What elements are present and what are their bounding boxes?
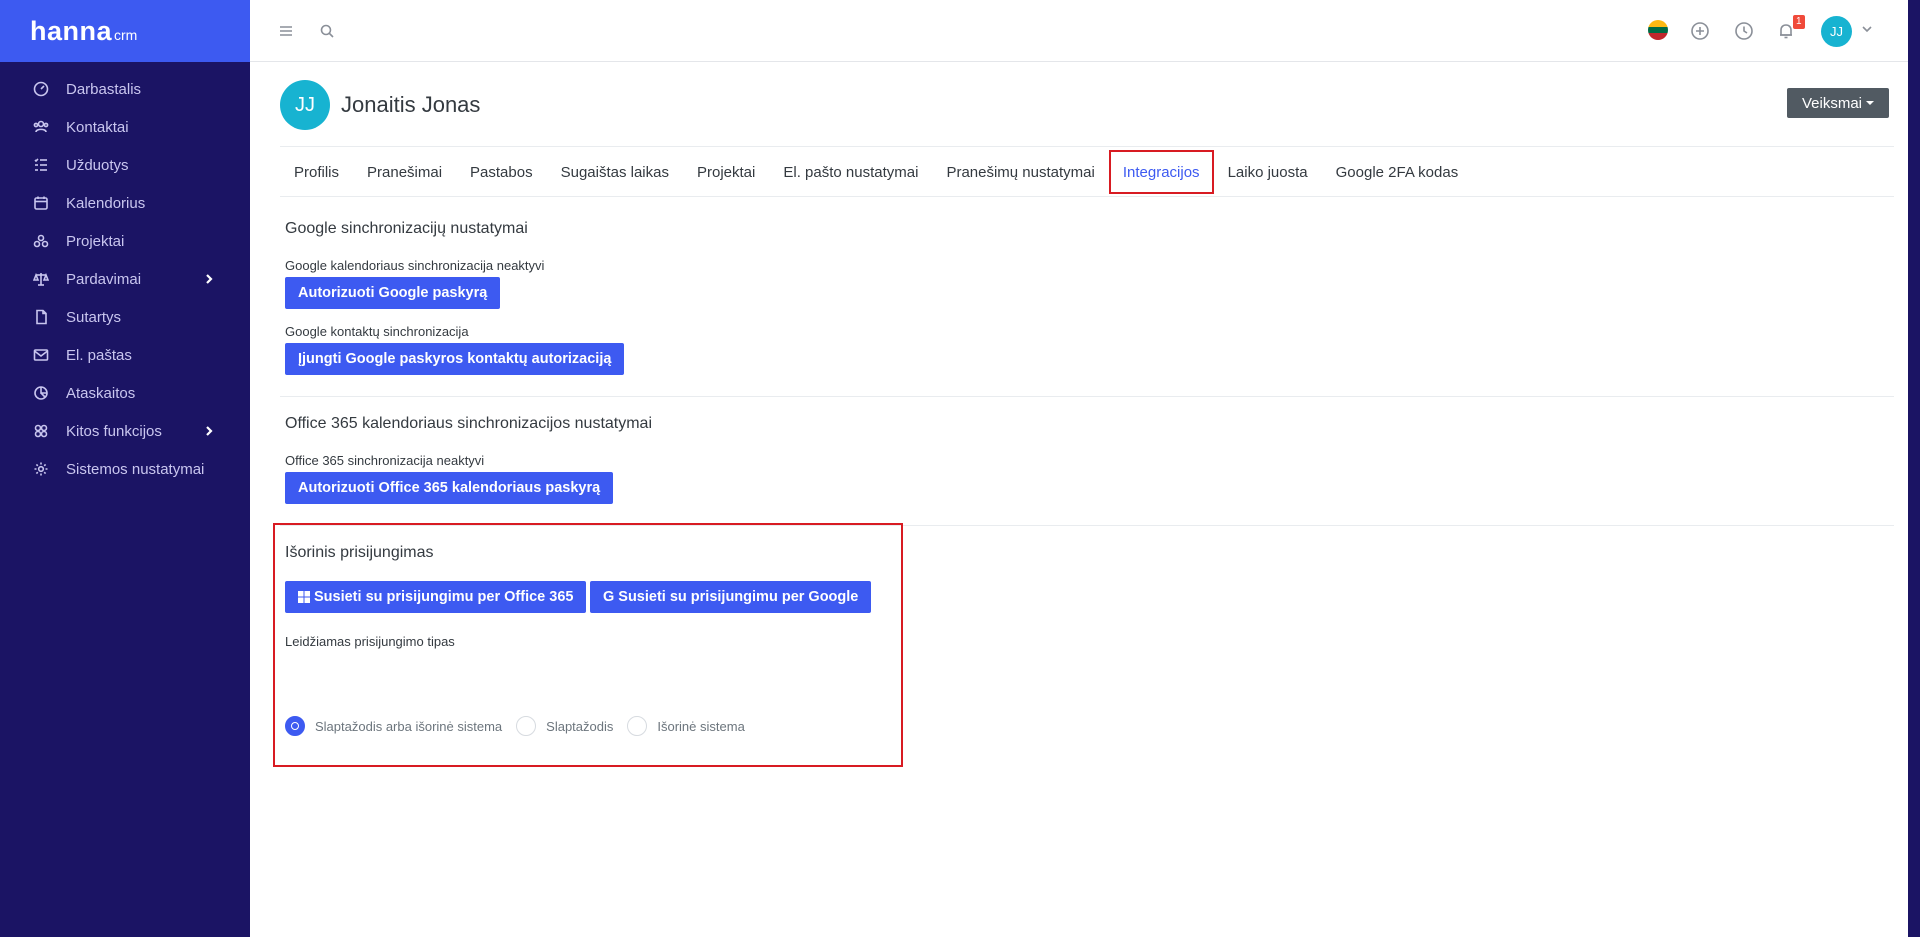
search-icon[interactable] xyxy=(316,20,338,42)
tab-pastabos[interactable]: Pastabos xyxy=(456,150,547,194)
link-office365-login-button[interactable]: Susieti su prisijungimu per Office 365 xyxy=(285,581,587,613)
google-calendar-status: Google kalendoriaus sinchronizacija neak… xyxy=(285,258,545,273)
link-office365-label: Susieti su prisijungimu per Office 365 xyxy=(314,589,574,605)
radio-label: Slaptažodis arba išorinė sistema xyxy=(315,718,503,734)
sidebar-nav: Darbastalis Kontaktai Užduotys Kalendori… xyxy=(0,62,250,488)
login-type-radio-group: Slaptažodis arba išorinė sistema Slaptaž… xyxy=(285,716,759,736)
sidebar-item-pardavimai[interactable]: Pardavimai xyxy=(0,260,250,298)
sidebar-item-label: Darbastalis xyxy=(66,80,142,98)
google-sync-title: Google sinchronizacijų nustatymai xyxy=(285,220,528,237)
brand-logo[interactable]: hanna crm xyxy=(0,0,250,62)
login-type-external-radio[interactable]: Išorinė sistema xyxy=(627,716,745,736)
tasks-icon xyxy=(32,156,50,174)
chevron-right-icon xyxy=(203,272,217,286)
brand-suffix: crm xyxy=(114,27,138,43)
sidebar-item-kalendorius[interactable]: Kalendorius xyxy=(0,184,250,222)
sidebar-item-label: Užduotys xyxy=(66,156,129,174)
google-icon: G xyxy=(603,589,615,605)
main-content: JJ Jonaitis Jonas Veiksmai Profilis Pran… xyxy=(250,62,1908,937)
language-flag-icon[interactable] xyxy=(1648,20,1668,40)
google-contacts-label: Google kontaktų sinchronizacija xyxy=(285,324,469,339)
tab-laiko-juosta[interactable]: Laiko juosta xyxy=(1214,150,1322,194)
topbar: 1 JJ xyxy=(250,0,1908,62)
page-title: Jonaitis Jonas xyxy=(341,92,481,117)
link-google-label: Susieti su prisijungimu per Google xyxy=(618,589,859,605)
actions-dropdown-button[interactable]: Veiksmai xyxy=(1787,88,1889,118)
gear-icon xyxy=(32,460,50,478)
sidebar-item-label: Projektai xyxy=(66,232,125,250)
radio-label: Slaptažodis xyxy=(546,718,614,734)
sidebar-item-uzduotys[interactable]: Užduotys xyxy=(0,146,250,184)
functions-icon xyxy=(32,422,50,440)
reports-icon xyxy=(32,384,50,402)
sidebar-item-label: Sistemos nustatymai xyxy=(66,460,205,478)
mail-icon xyxy=(32,346,50,364)
login-type-password-or-external-radio[interactable]: Slaptažodis arba išorinė sistema xyxy=(285,716,502,736)
chevron-right-icon xyxy=(203,424,217,438)
projects-icon xyxy=(32,232,50,250)
sidebar-item-projektai[interactable]: Projektai xyxy=(0,222,250,260)
tab-google-2fa-kodas[interactable]: Google 2FA kodas xyxy=(1322,150,1473,194)
external-login-title: Išorinis prisijungimas xyxy=(285,544,434,561)
tab-sugaistas-laikas[interactable]: Sugaištas laikas xyxy=(547,150,683,194)
sidebar-item-ataskaitos[interactable]: Ataskaitos xyxy=(0,374,250,412)
radio-circle xyxy=(516,716,537,736)
divider xyxy=(280,196,1894,197)
sidebar-item-label: Ataskaitos xyxy=(66,384,136,402)
radio-circle xyxy=(285,716,305,736)
menu-toggle-icon[interactable] xyxy=(275,20,297,42)
scrollbar[interactable] xyxy=(1908,0,1920,937)
link-google-login-button[interactable]: G Susieti su prisijungimu per Google xyxy=(590,581,872,613)
divider xyxy=(280,146,1894,147)
sidebar-item-sistemos-nustatymai[interactable]: Sistemos nustatymai xyxy=(0,450,250,488)
caret-down-icon xyxy=(1866,101,1875,105)
sidebar-item-label: Kalendorius xyxy=(66,194,146,212)
radio-circle xyxy=(627,716,648,736)
sidebar-item-label: Sutartys xyxy=(66,308,122,326)
divider xyxy=(280,396,1894,397)
sidebar: hanna crm Darbastalis Kontaktai Užduotys… xyxy=(0,0,250,937)
calendar-icon xyxy=(32,194,50,212)
chevron-down-icon[interactable] xyxy=(1860,22,1874,41)
notification-badge: 1 xyxy=(1793,15,1805,29)
login-type-label: Leidžiamas prisijungimo tipas xyxy=(285,634,455,649)
tab-pranesimu-nustatymai[interactable]: Pranešimų nustatymai xyxy=(932,150,1108,194)
tab-profilis[interactable]: Profilis xyxy=(280,150,353,194)
sidebar-item-el-pastas[interactable]: El. paštas xyxy=(0,336,250,374)
add-icon[interactable] xyxy=(1689,20,1711,42)
windows-icon xyxy=(298,591,310,603)
authorize-office365-button[interactable]: Autorizuoti Office 365 kalendoriaus pask… xyxy=(285,472,614,504)
dashboard-icon xyxy=(32,80,50,98)
users-icon xyxy=(32,118,50,136)
user-avatar[interactable]: JJ xyxy=(1821,16,1852,47)
actions-button-label: Veiksmai xyxy=(1801,94,1863,112)
radio-label: Išorinė sistema xyxy=(657,718,745,734)
sidebar-item-label: Kontaktai xyxy=(66,118,129,136)
scale-icon xyxy=(32,270,50,288)
brand-name: hanna xyxy=(30,15,113,46)
office-sync-title: Office 365 kalendoriaus sinchronizacijos… xyxy=(285,415,653,432)
profile-avatar: JJ xyxy=(280,80,330,130)
profile-tabs: Profilis Pranešimai Pastabos Sugaištas l… xyxy=(280,150,1472,194)
sidebar-item-kontaktai[interactable]: Kontaktai xyxy=(0,108,250,146)
authorize-google-button[interactable]: Autorizuoti Google paskyrą xyxy=(285,277,501,309)
sidebar-item-sutartys[interactable]: Sutartys xyxy=(0,298,250,336)
sidebar-item-label: Kitos funkcijos xyxy=(66,422,162,440)
tab-pranesimai[interactable]: Pranešimai xyxy=(353,150,456,194)
clock-icon[interactable] xyxy=(1733,20,1755,42)
sidebar-item-darbastalis[interactable]: Darbastalis xyxy=(0,70,250,108)
sidebar-item-label: Pardavimai xyxy=(66,270,142,288)
tab-el-pasto-nustatymai[interactable]: El. pašto nustatymai xyxy=(769,150,932,194)
tab-integracijos[interactable]: Integracijos xyxy=(1108,150,1214,194)
office-sync-status: Office 365 sinchronizacija neaktyvi xyxy=(285,453,485,468)
sidebar-item-label: El. paštas xyxy=(66,346,132,364)
profile-header: JJ Jonaitis Jonas xyxy=(280,80,480,130)
login-type-password-radio[interactable]: Slaptažodis xyxy=(516,716,613,736)
file-icon xyxy=(32,308,50,326)
tab-projektai[interactable]: Projektai xyxy=(683,150,769,194)
enable-google-contacts-button[interactable]: Įjungti Google paskyros kontaktų autoriz… xyxy=(285,343,625,375)
sidebar-item-kitos-funkcijos[interactable]: Kitos funkcijos xyxy=(0,412,250,450)
